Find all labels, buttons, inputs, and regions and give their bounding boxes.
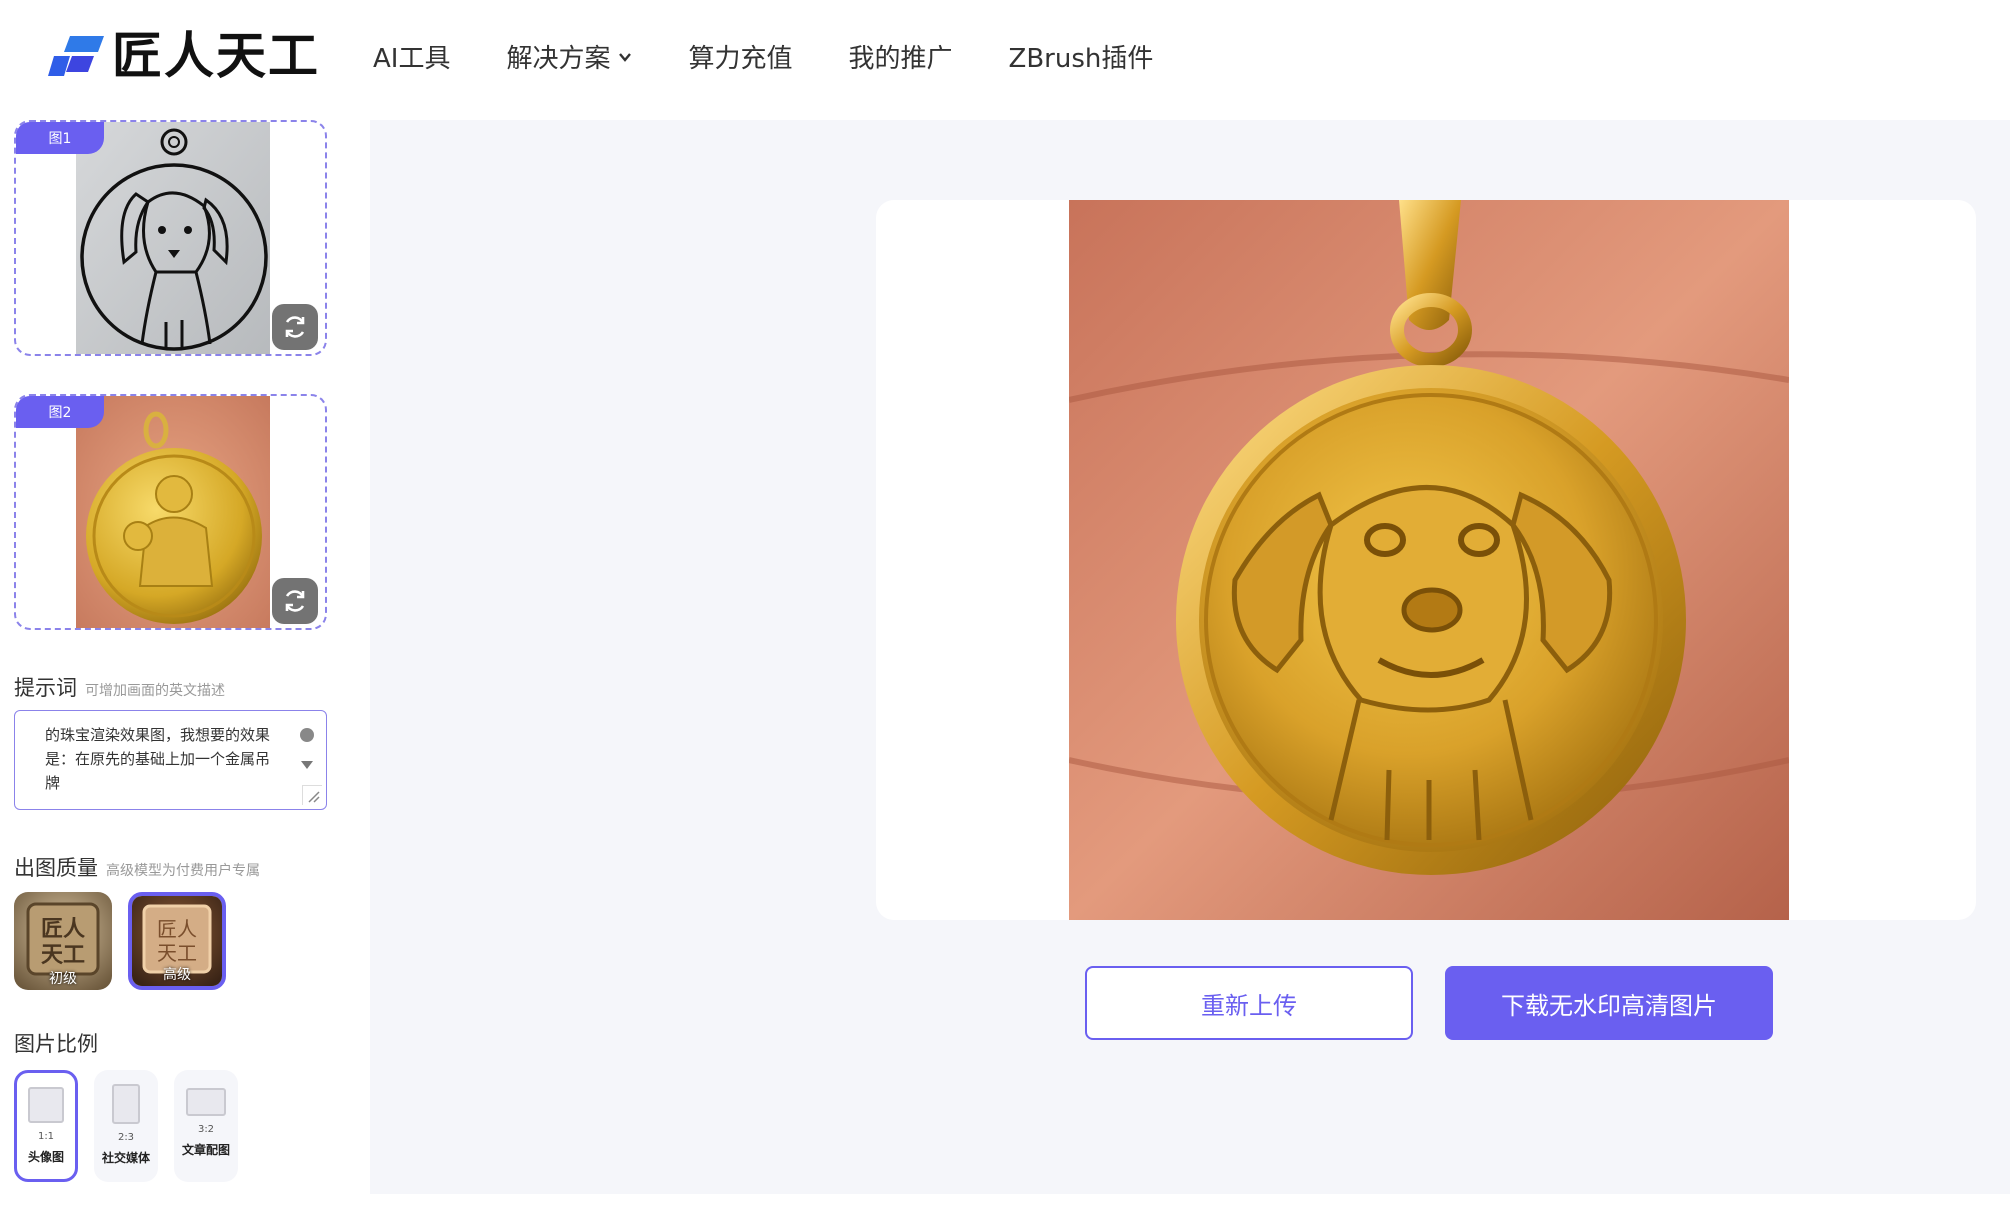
generated-pendant-image [1069, 200, 1789, 920]
replace-image-button[interactable] [272, 304, 318, 350]
brand-logo[interactable]: 匠人天工 [48, 30, 320, 82]
chevron-down-icon [619, 52, 632, 62]
uploaded-image-sketch [76, 122, 270, 354]
refresh-icon [285, 590, 305, 612]
square-ratio-icon [28, 1087, 64, 1123]
nav-item-my-promotion[interactable]: 我的推广 [849, 38, 953, 75]
prompt-section-title: 提示词 可增加画面的英文描述 [14, 676, 225, 700]
ratio-option-2-3[interactable]: 2:3 社交媒体 [94, 1070, 158, 1182]
nav-item-zbrush-plugin[interactable]: ZBrush插件 [1009, 38, 1154, 75]
prompt-text: 的珠宝渲染效果图，我想要的效果是：在原先的基础上加一个金属吊牌 [45, 726, 271, 792]
ratio-option-3-2[interactable]: 3:2 文章配图 [174, 1070, 238, 1182]
upload-tag: 图2 [16, 396, 104, 428]
nav-item-solutions[interactable]: 解决方案 [506, 38, 632, 75]
reupload-button[interactable]: 重新上传 [1085, 966, 1413, 1040]
svg-text:天工: 天工 [41, 943, 85, 968]
portrait-ratio-icon [112, 1084, 140, 1124]
svg-text:匠人: 匠人 [41, 917, 85, 942]
main-nav: AI工具 解决方案 算力充值 我的推广 ZBrush插件 [373, 38, 1153, 75]
top-header: 匠人天工 AI工具 解决方案 算力充值 我的推广 ZBrush插件 [0, 0, 2010, 118]
quality-section-title: 出图质量 高级模型为付费用户专属 [14, 856, 260, 880]
ratio-option-1-1[interactable]: 1:1 头像图 [14, 1070, 78, 1182]
quality-hint: 高级模型为付费用户专属 [106, 863, 260, 879]
refresh-icon [285, 316, 305, 338]
landscape-ratio-icon [186, 1088, 226, 1116]
download-hd-button[interactable]: 下载无水印高清图片 [1445, 966, 1773, 1040]
svg-text:天工: 天工 [157, 941, 197, 965]
quality-option-basic[interactable]: 匠人 天工 初级 [14, 892, 112, 990]
nav-item-ai-tools[interactable]: AI工具 [373, 38, 450, 75]
nav-item-recharge[interactable]: 算力充值 [688, 38, 792, 75]
upload-slot-1[interactable]: 图1 [14, 120, 327, 356]
main-workspace: 重新上传 下载无水印高清图片 [370, 120, 2010, 1194]
logo-mark-icon [48, 36, 104, 76]
svg-text:匠人: 匠人 [157, 917, 197, 941]
resize-handle-icon[interactable] [302, 785, 322, 805]
result-preview-card [876, 200, 1976, 920]
prompt-hint: 可增加画面的英文描述 [85, 683, 225, 699]
prompt-textarea[interactable]: 的珠宝渲染效果图，我想要的效果是：在原先的基础上加一个金属吊牌 [14, 710, 327, 810]
replace-image-button[interactable] [272, 578, 318, 624]
quality-option-label: 高级 [163, 967, 191, 983]
scrollbar[interactable] [298, 725, 316, 785]
upload-slot-2[interactable]: 图2 [14, 394, 327, 630]
ratio-section-title: 图片比例 [14, 1032, 98, 1056]
quality-option-advanced[interactable]: 匠人 天工 高级 [128, 892, 226, 990]
upload-tag: 图1 [16, 122, 104, 154]
quality-option-label: 初级 [49, 971, 77, 987]
uploaded-image-medal [76, 396, 270, 628]
brand-name: 匠人天工 [112, 27, 320, 85]
